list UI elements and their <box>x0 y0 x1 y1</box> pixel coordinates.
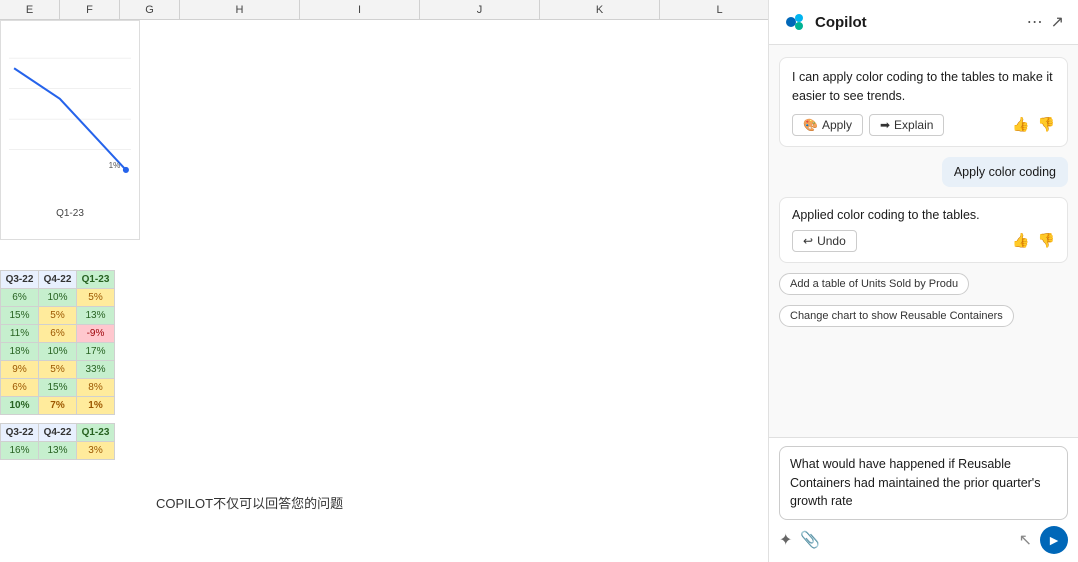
col-headers: E F G H I J K L M <box>0 0 768 20</box>
col-i: I <box>300 0 420 19</box>
col-f: F <box>60 0 120 19</box>
thumbs-down-icon-2[interactable]: 👎 <box>1038 232 1055 249</box>
ai-message-1-text: I can apply color coding to the tables t… <box>792 68 1055 106</box>
copilot-title: Copilot <box>815 14 1019 31</box>
table-row: 6% 15% 8% <box>1 379 115 397</box>
apply-button[interactable]: 🎨 Apply <box>792 114 863 136</box>
suggestions-row-2: Change chart to show Reusable Containers <box>779 305 1068 327</box>
sparkle-icon[interactable]: ✦ <box>779 530 792 550</box>
explain-button[interactable]: ➡ Explain <box>869 114 944 136</box>
copilot-messages[interactable]: I can apply color coding to the tables t… <box>769 45 1078 437</box>
copilot-panel: Copilot ⋯ ↗ I can apply color coding to … <box>768 0 1078 562</box>
col-l: L <box>660 0 768 19</box>
input-toolbar: ✦ 📎 ↖ ► <box>779 526 1068 554</box>
th2-q1-23: Q1-23 <box>77 424 115 442</box>
explain-label: Explain <box>894 118 933 132</box>
attachment-icon[interactable]: 📎 <box>800 530 820 550</box>
data-table-2: Q3-22 Q4-22 Q1-23 16% 13% 3% <box>0 423 115 460</box>
th2-q4-22: Q4-22 <box>39 424 77 442</box>
thumbs-down-icon[interactable]: 👎 <box>1038 114 1055 135</box>
th-q4-22: Q4-22 <box>39 271 77 289</box>
chart-svg: 1% <box>9 29 131 199</box>
svg-text:1%: 1% <box>109 161 121 170</box>
table-row: 6% 10% 5% <box>1 289 115 307</box>
th2-q3-22: Q3-22 <box>1 424 39 442</box>
col-k: K <box>540 0 660 19</box>
expand-icon[interactable]: ↗ <box>1051 12 1064 32</box>
ai-applied-message: Applied color coding to the tables. ↩ Un… <box>779 197 1068 263</box>
user-message-1-text: Apply color coding <box>954 165 1056 179</box>
ai-message-1: I can apply color coding to the tables t… <box>779 57 1068 147</box>
col-g: G <box>120 0 180 19</box>
cursor-icon: ↖ <box>1019 530 1032 550</box>
feedback-icons-2: 👍 👎 <box>1012 232 1055 249</box>
input-box[interactable]: What would have happened if Reusable Con… <box>779 446 1068 520</box>
ai-applied-text: Applied color coding to the tables. <box>792 208 1055 222</box>
more-options-icon[interactable]: ⋯ <box>1027 12 1043 32</box>
copilot-input-area: What would have happened if Reusable Con… <box>769 437 1078 562</box>
user-message-1: Apply color coding <box>942 157 1068 187</box>
chart-label: Q1-23 <box>9 208 131 219</box>
undo-icon: ↩ <box>803 234 813 248</box>
suggestion-button-2[interactable]: Change chart to show Reusable Containers <box>779 305 1014 327</box>
apply-icon: 🎨 <box>803 118 818 132</box>
col-e: E <box>0 0 60 19</box>
table-row: 15% 5% 13% <box>1 307 115 325</box>
table-row: 16% 13% 3% <box>1 442 115 460</box>
undo-button[interactable]: ↩ Undo <box>792 230 857 252</box>
suggestion-button-1[interactable]: Add a table of Units Sold by Produ <box>779 273 969 295</box>
data-table-1: Q3-22 Q4-22 Q1-23 6% 10% 5% 15% 5% 13% 1… <box>0 270 115 415</box>
col-h: H <box>180 0 300 19</box>
excel-area: E F G H I J K L M 1% Q1-23 <box>0 0 768 562</box>
send-button[interactable]: ► <box>1040 526 1068 554</box>
col-j: J <box>420 0 540 19</box>
ai-message-1-actions: 🎨 Apply ➡ Explain 👍 👎 <box>792 114 1055 136</box>
table-row: 9% 5% 33% <box>1 361 115 379</box>
data-tables: Q3-22 Q4-22 Q1-23 6% 10% 5% 15% 5% 13% 1… <box>0 270 115 468</box>
suggestions-row-1: Add a table of Units Sold by Produ <box>779 273 1068 295</box>
undo-label: Undo <box>817 234 846 248</box>
th-q1-23: Q1-23 <box>77 271 115 289</box>
ai-applied-actions: ↩ Undo 👍 👎 <box>792 230 1055 252</box>
table-row: 10% 7% 1% <box>1 397 115 415</box>
copilot-logo-icon <box>783 10 807 34</box>
explain-icon: ➡ <box>880 118 890 132</box>
chart-area: 1% Q1-23 <box>0 20 140 240</box>
input-text: What would have happened if Reusable Con… <box>790 457 1040 509</box>
thumbs-up-icon-2[interactable]: 👍 <box>1012 232 1029 249</box>
subtitle-text: COPILOT不仅可以回答您的问题 <box>150 490 349 515</box>
copilot-header-icons: ⋯ ↗ <box>1027 12 1064 32</box>
copilot-header: Copilot ⋯ ↗ <box>769 0 1078 45</box>
feedback-icons: 👍 👎 <box>1012 114 1055 135</box>
thumbs-up-icon[interactable]: 👍 <box>1012 114 1029 135</box>
apply-label: Apply <box>822 118 852 132</box>
th-q3-22: Q3-22 <box>1 271 39 289</box>
table-row: 11% 6% -9% <box>1 325 115 343</box>
table-row: 18% 10% 17% <box>1 343 115 361</box>
